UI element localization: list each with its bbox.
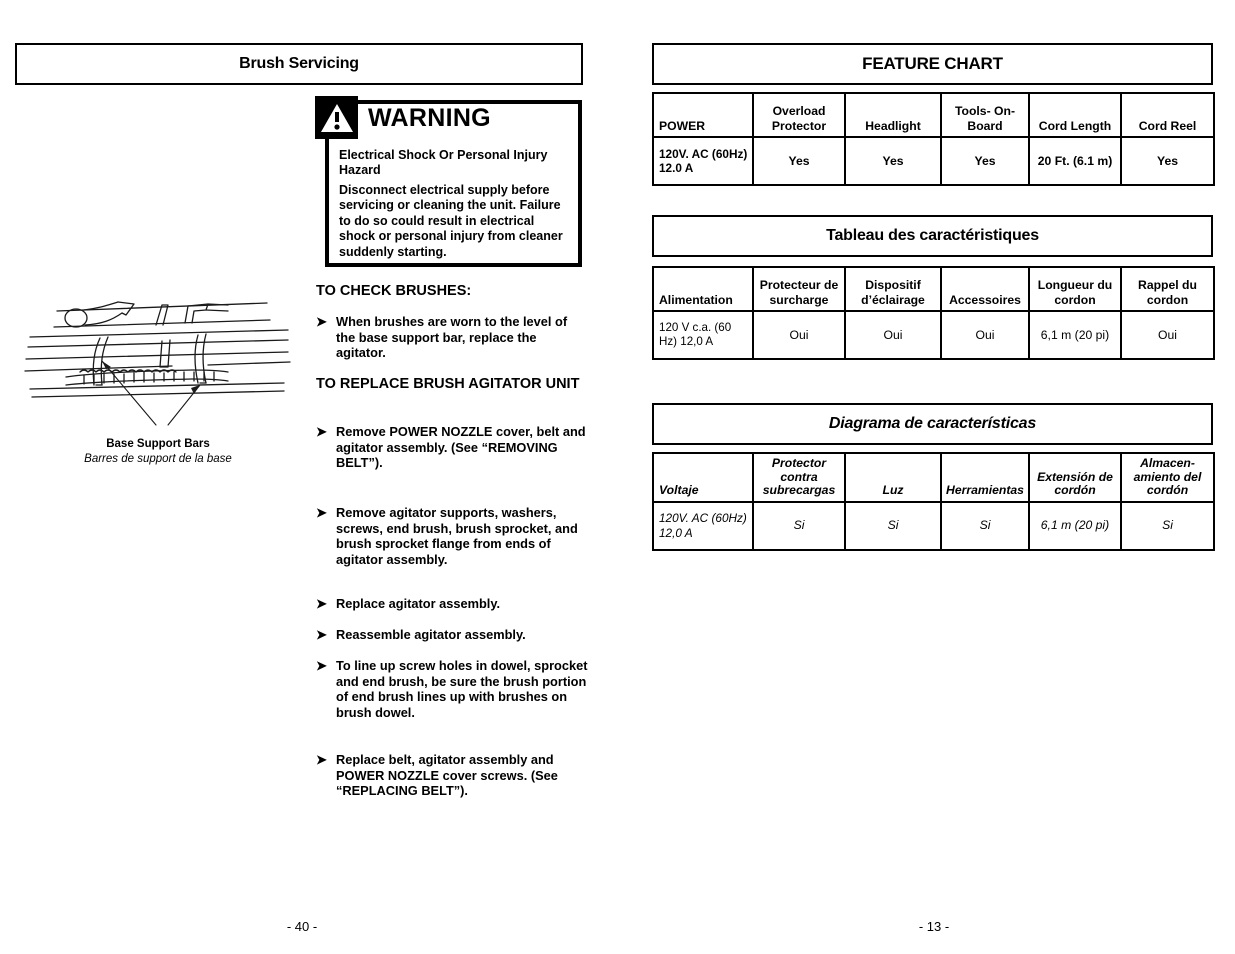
table-row: 120V. AC (60Hz) 12.0 A Yes Yes Yes 20 Ft… <box>652 136 1215 186</box>
base-support-bars-diagram <box>22 293 294 433</box>
column-header: Protector contra subrecargas <box>752 452 846 503</box>
column-header: Rappel du cordon <box>1120 266 1215 312</box>
table-cell: Oui <box>940 310 1030 360</box>
table-row: 120V. AC (60Hz) 12,0 A Si Si Si 6,1 m (2… <box>652 500 1215 551</box>
table-cell: Yes <box>940 136 1030 186</box>
list-item: ➤ Replace agitator assembly. <box>316 596 588 612</box>
column-header: Overload Protector <box>752 92 846 138</box>
list-item: ➤ Replace belt, agitator assembly and PO… <box>316 752 588 799</box>
column-header: Longueur du cordon <box>1028 266 1122 312</box>
column-header: Headlight <box>844 92 942 138</box>
page-number-left: - 40 - <box>286 919 318 934</box>
list-item-text: Remove POWER NOZZLE cover, belt and agit… <box>336 424 586 471</box>
table-header-row: Voltaje Protector contra subrecargas Luz… <box>652 452 1215 503</box>
bullet-arrow-icon: ➤ <box>316 658 327 673</box>
warning-body-text: Disconnect electrical supply before serv… <box>339 183 563 259</box>
column-header: Almacen- amiento del cordón <box>1120 452 1215 503</box>
table-cell: 6,1 m (20 pi) <box>1028 310 1122 360</box>
table-cell: 120 V c.a. (60 Hz) 12,0 A <box>652 310 754 360</box>
column-header: Luz <box>844 452 942 503</box>
feature-chart-title-text: FEATURE CHART <box>862 54 1003 73</box>
table-cell: Oui <box>844 310 942 360</box>
column-header: Cord Reel <box>1120 92 1215 138</box>
table-cell: Si <box>844 500 942 551</box>
column-header: Cord Length <box>1028 92 1122 138</box>
heading-to-replace-brush-agitator-unit: TO REPLACE BRUSH AGITATOR UNIT <box>316 376 580 392</box>
left-page: Brush Servicing Electrical Shock Or Pers… <box>0 0 617 954</box>
table-cell: Yes <box>844 136 942 186</box>
feature-chart-table-spanish: Voltaje Protector contra subrecargas Luz… <box>652 452 1215 551</box>
list-item-text: Reassemble agitator assembly. <box>336 627 526 642</box>
feature-chart-title-text: Tableau des caractéristiques <box>826 227 1039 244</box>
table-cell: Si <box>752 500 846 551</box>
column-header: Protecteur de surcharge <box>752 266 846 312</box>
list-item-text: When brushes are worn to the level of th… <box>336 314 568 361</box>
list-item: ➤ Remove agitator supports, washers, scr… <box>316 505 588 567</box>
list-item: ➤ When brushes are worn to the level of … <box>316 314 588 361</box>
list-item: ➤ Reassemble agitator assembly. <box>316 627 588 643</box>
column-header: Accessoires <box>940 266 1030 312</box>
table-cell: Yes <box>752 136 846 186</box>
list-item: ➤ Remove POWER NOZZLE cover, belt and ag… <box>316 424 588 471</box>
table-cell: Si <box>940 500 1030 551</box>
table-cell: 20 Ft. (6.1 m) <box>1028 136 1122 186</box>
list-item: ➤ To line up screw holes in dowel, sproc… <box>316 658 588 720</box>
column-header: Dispositif d’éclairage <box>844 266 942 312</box>
table-cell: 120V. AC (60Hz) 12.0 A <box>652 136 754 186</box>
feature-chart-table-french: Alimentation Protecteur de surcharge Dis… <box>652 266 1215 360</box>
table-header-row: Alimentation Protecteur de surcharge Dis… <box>652 266 1215 312</box>
column-header: POWER <box>652 92 754 138</box>
page-number-right: - 13 - <box>918 919 950 934</box>
list-item-text: Remove agitator supports, washers, screw… <box>336 505 578 567</box>
bullet-arrow-icon: ➤ <box>316 505 327 520</box>
table-header-row: POWER Overload Protector Headlight Tools… <box>652 92 1215 138</box>
list-item-text: Replace belt, agitator assembly and POWE… <box>336 752 558 799</box>
bullet-arrow-icon: ➤ <box>316 314 327 329</box>
feature-chart-title-text: Diagrama de características <box>828 415 1037 432</box>
bullet-arrow-icon: ➤ <box>316 627 327 642</box>
section-title-brush-servicing: Brush Servicing <box>15 43 583 85</box>
section-title-text: Brush Servicing <box>239 55 359 72</box>
bullet-arrow-icon: ➤ <box>316 752 327 767</box>
diagram-caption-english: Base Support Bars <box>106 438 210 450</box>
warning-triangle-icon <box>315 96 358 139</box>
list-item-text: Replace agitator assembly. <box>336 596 501 611</box>
column-header: Extensión de cordón <box>1028 452 1122 503</box>
feature-chart-table-english: POWER Overload Protector Headlight Tools… <box>652 92 1215 186</box>
feature-chart-title-french: Tableau des caractéristiques <box>652 215 1213 257</box>
feature-chart-title-english: FEATURE CHART <box>652 43 1213 85</box>
column-header: Herramientas <box>940 452 1030 503</box>
table-cell: 120V. AC (60Hz) 12,0 A <box>652 500 754 551</box>
warning-title: WARNING <box>368 104 491 132</box>
column-header: Alimentation <box>652 266 754 312</box>
heading-to-check-brushes: TO CHECK BRUSHES: <box>316 283 472 299</box>
list-item-text: To line up screw holes in dowel, sprocke… <box>336 658 588 720</box>
table-cell: Si <box>1120 500 1215 551</box>
column-header: Voltaje <box>652 452 754 503</box>
diagram-caption-french: Barres de support de la base <box>84 453 232 465</box>
table-cell: Oui <box>752 310 846 360</box>
column-header: Tools- On-Board <box>940 92 1030 138</box>
table-cell: 6,1 m (20 pi) <box>1028 500 1122 551</box>
bullet-arrow-icon: ➤ <box>316 424 327 439</box>
table-cell: Oui <box>1120 310 1215 360</box>
bullet-arrow-icon: ➤ <box>316 596 327 611</box>
feature-chart-title-spanish: Diagrama de características <box>652 403 1213 445</box>
table-row: 120 V c.a. (60 Hz) 12,0 A Oui Oui Oui 6,… <box>652 310 1215 360</box>
warning-hazard-text: Electrical Shock Or Personal Injury Haza… <box>339 148 548 178</box>
table-cell: Yes <box>1120 136 1215 186</box>
